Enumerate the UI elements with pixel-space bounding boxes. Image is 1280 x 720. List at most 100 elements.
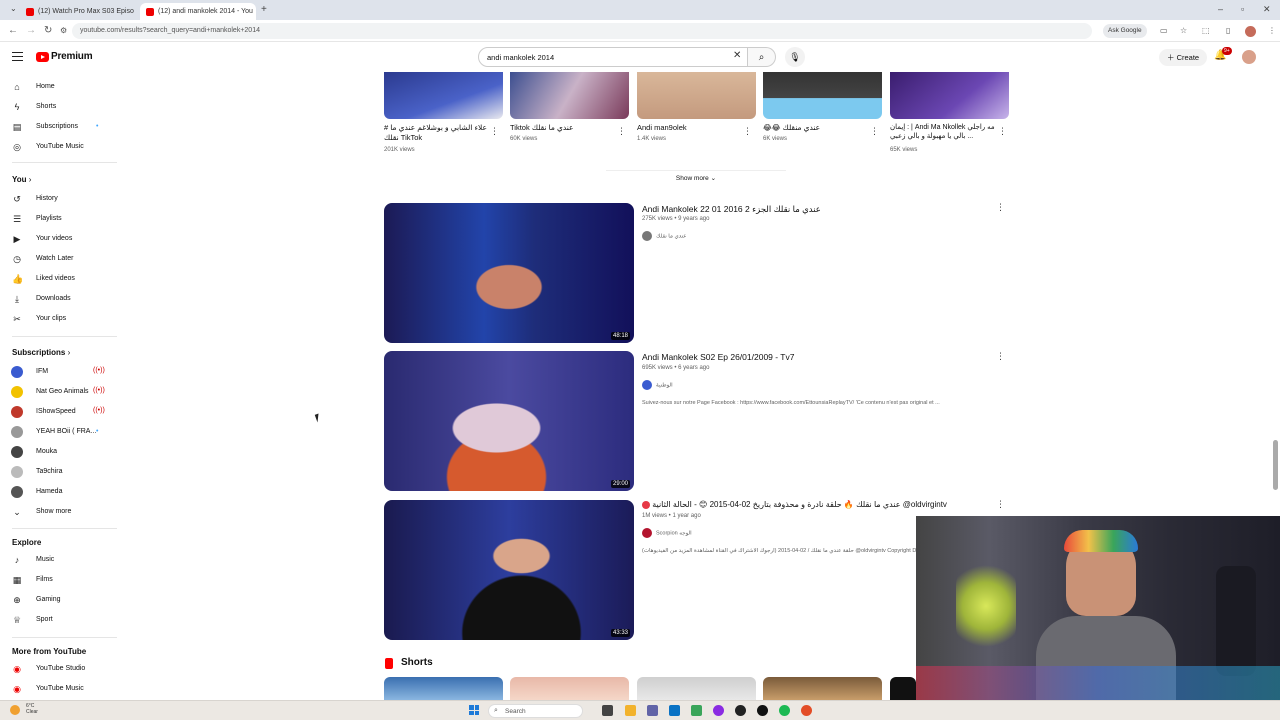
weather-widget[interactable]: 6°C Clear xyxy=(26,703,38,715)
sidebar-item-liked-videos[interactable]: 👍 Liked videos xyxy=(0,269,118,289)
sidebar-show-more[interactable]: ⌄ Show more xyxy=(0,502,118,522)
video-thumbnail[interactable] xyxy=(510,72,629,119)
cast-icon[interactable]: ▭ xyxy=(1160,26,1168,35)
short-thumbnail[interactable] xyxy=(890,677,916,700)
new-tab-icon[interactable]: + xyxy=(261,4,267,15)
page-scrollbar[interactable] xyxy=(1273,440,1278,490)
store-icon[interactable] xyxy=(691,705,702,716)
sidebar-channel-yeah-boii[interactable]: YEAH BOii ( FRA... • xyxy=(0,422,118,442)
more-actions-icon[interactable]: ⋮ xyxy=(996,202,1005,213)
reload-icon[interactable]: ↻ xyxy=(44,25,52,36)
back-icon[interactable]: ← xyxy=(8,25,18,36)
short-thumbnail[interactable] xyxy=(384,677,503,700)
more-actions-icon[interactable]: ⋮ xyxy=(743,126,752,137)
clear-search-icon[interactable]: ✕ xyxy=(733,50,741,61)
channel-row[interactable]: عندي ما نقلك xyxy=(642,231,687,241)
sidebar-channel-ifm[interactable]: IFM ((•)) xyxy=(0,362,118,382)
teams-icon[interactable] xyxy=(647,705,658,716)
video-title[interactable]: Andi man9olek xyxy=(637,123,742,133)
chrome-icon[interactable] xyxy=(801,705,812,716)
sidebar-channel-hameda[interactable]: Hameda xyxy=(0,482,118,502)
app-icon[interactable] xyxy=(713,705,724,716)
site-info-icon[interactable]: ⚙ xyxy=(60,26,67,35)
video-thumbnail[interactable] xyxy=(384,72,503,119)
sidebar-item-gaming[interactable]: ⊕ Gaming xyxy=(0,590,118,610)
tab-search-icon[interactable]: ⌄ xyxy=(10,4,17,13)
subscriptions-section-heading[interactable]: Subscriptions › xyxy=(12,348,70,357)
sidebar-channel-mouka[interactable]: Mouka xyxy=(0,442,118,462)
video-thumbnail[interactable]: 48:18 xyxy=(384,203,634,343)
video-title[interactable]: Andi Mankolek S02 Ep 26/01/2009 - Tv7 xyxy=(642,352,794,362)
account-avatar[interactable] xyxy=(1242,50,1256,64)
video-thumbnail[interactable]: 43:33 xyxy=(384,500,634,640)
menu-kebab-icon[interactable]: ⋮ xyxy=(1268,26,1276,35)
sidebar-item-youtube-studio[interactable]: ◉ YouTube Studio xyxy=(0,659,118,679)
sidebar-item-your-clips[interactable]: ✂ Your clips xyxy=(0,309,118,329)
task-view-icon[interactable] xyxy=(602,705,613,716)
sidebar-channel-nat-geo-animals[interactable]: Nat Geo Animals ((•)) xyxy=(0,382,118,402)
voice-search-button[interactable]: 🎙 xyxy=(785,47,805,67)
window-close-icon[interactable]: ✕ xyxy=(1263,4,1271,15)
sidebar-item-music[interactable]: ♪ Music xyxy=(0,550,118,570)
browser-tab-active[interactable]: (12) andi mankolek 2014 - You × xyxy=(140,3,256,20)
sidebar-item-subscriptions[interactable]: ▤ Subscriptions • xyxy=(0,117,118,137)
sidebar-item-youtube-music-2[interactable]: ◉ YouTube Music xyxy=(0,679,118,699)
sidebar-channel-ta9chira[interactable]: Ta9chira xyxy=(0,462,118,482)
profile-avatar[interactable] xyxy=(1245,26,1256,37)
video-thumbnail[interactable] xyxy=(890,72,1009,119)
video-title[interactable]: Tiktok عندي ما نقلك xyxy=(510,123,615,133)
channel-row[interactable]: Scorpion الوجه xyxy=(642,528,692,538)
url-field[interactable]: youtube.com/results?search_query=andi+ma… xyxy=(72,23,1092,39)
video-title[interactable]: عندي ما نقلك 🔥 حلقة نادرة و محذوفة بتاري… xyxy=(642,500,947,509)
video-thumbnail[interactable] xyxy=(637,72,756,119)
channel-row[interactable]: الوطنية xyxy=(642,380,673,390)
video-title[interactable]: 😂😂 عندي منقلك xyxy=(763,123,868,133)
more-actions-icon[interactable]: ⋮ xyxy=(870,126,879,137)
star-icon[interactable]: ☆ xyxy=(1180,26,1187,35)
spotify-icon[interactable] xyxy=(779,705,790,716)
taskbar-search[interactable]: ⌕ Search xyxy=(488,704,583,718)
video-thumbnail[interactable]: 29:00 xyxy=(384,351,634,491)
sidebar-item-history[interactable]: ↺ History xyxy=(0,189,118,209)
browser-tab[interactable]: (12) Watch Pro Max S03 Episo × xyxy=(20,3,138,20)
file-explorer-icon[interactable] xyxy=(625,705,636,716)
search-button[interactable]: ⌕ xyxy=(748,47,776,67)
sidebar-item-watch-later[interactable]: ◷ Watch Later xyxy=(0,249,118,269)
video-title[interactable]: # علاء الشابي و بوشلاغم عندي ما نقلك Tik… xyxy=(384,123,489,143)
more-actions-icon[interactable]: ⋮ xyxy=(490,126,499,137)
create-button[interactable]: ＋ Create xyxy=(1159,49,1208,66)
video-title[interactable]: إيمان : | Andi Ma Nkollek مه راجلي بالي … xyxy=(890,123,995,141)
app-icon[interactable] xyxy=(757,705,768,716)
premium-logo-text[interactable]: Premium xyxy=(51,51,93,62)
extensions-icon[interactable]: ⬚ xyxy=(1202,26,1210,35)
short-thumbnail[interactable] xyxy=(637,677,756,700)
sidebar-channel-ishowspeed[interactable]: IShowSpeed ((•)) xyxy=(0,402,118,422)
more-actions-icon[interactable]: ⋮ xyxy=(998,126,1007,137)
hamburger-menu-icon[interactable] xyxy=(12,52,23,61)
sidebar-item-shorts[interactable]: ϟ Shorts xyxy=(0,97,118,117)
show-more-button[interactable]: Show more ⌄ xyxy=(606,170,786,186)
windows-start-icon[interactable] xyxy=(469,705,479,715)
sidebar-item-films[interactable]: ▦ Films xyxy=(0,570,118,590)
minimize-icon[interactable]: – xyxy=(1218,4,1223,14)
weather-icon[interactable] xyxy=(10,705,20,715)
ask-google-button[interactable]: Ask Google xyxy=(1103,24,1147,38)
video-thumbnail[interactable] xyxy=(763,72,882,119)
short-thumbnail[interactable] xyxy=(510,677,629,700)
search-input[interactable]: andi mankolek 2014 xyxy=(478,47,748,67)
sidebar-item-sport[interactable]: ♕ Sport xyxy=(0,610,118,630)
app-icon[interactable] xyxy=(735,705,746,716)
sidebar-item-downloads[interactable]: ⤓ Downloads xyxy=(0,289,118,309)
you-section-heading[interactable]: You › xyxy=(12,175,31,184)
short-thumbnail[interactable] xyxy=(763,677,882,700)
more-actions-icon[interactable]: ⋮ xyxy=(617,126,626,137)
sidepanel-icon[interactable]: ▯ xyxy=(1226,26,1230,35)
more-actions-icon[interactable]: ⋮ xyxy=(996,351,1005,362)
forward-icon[interactable]: → xyxy=(26,25,36,36)
sidebar-item-home[interactable]: ⌂ Home xyxy=(0,77,118,97)
youtube-logo-icon[interactable] xyxy=(36,52,49,62)
sidebar-item-playlists[interactable]: ☰ Playlists xyxy=(0,209,118,229)
video-title[interactable]: Andi Mankolek 22 01 2016 عندي ما نقلك ال… xyxy=(642,204,821,215)
more-actions-icon[interactable]: ⋮ xyxy=(996,499,1005,510)
maximize-icon[interactable]: ▫ xyxy=(1241,4,1244,14)
